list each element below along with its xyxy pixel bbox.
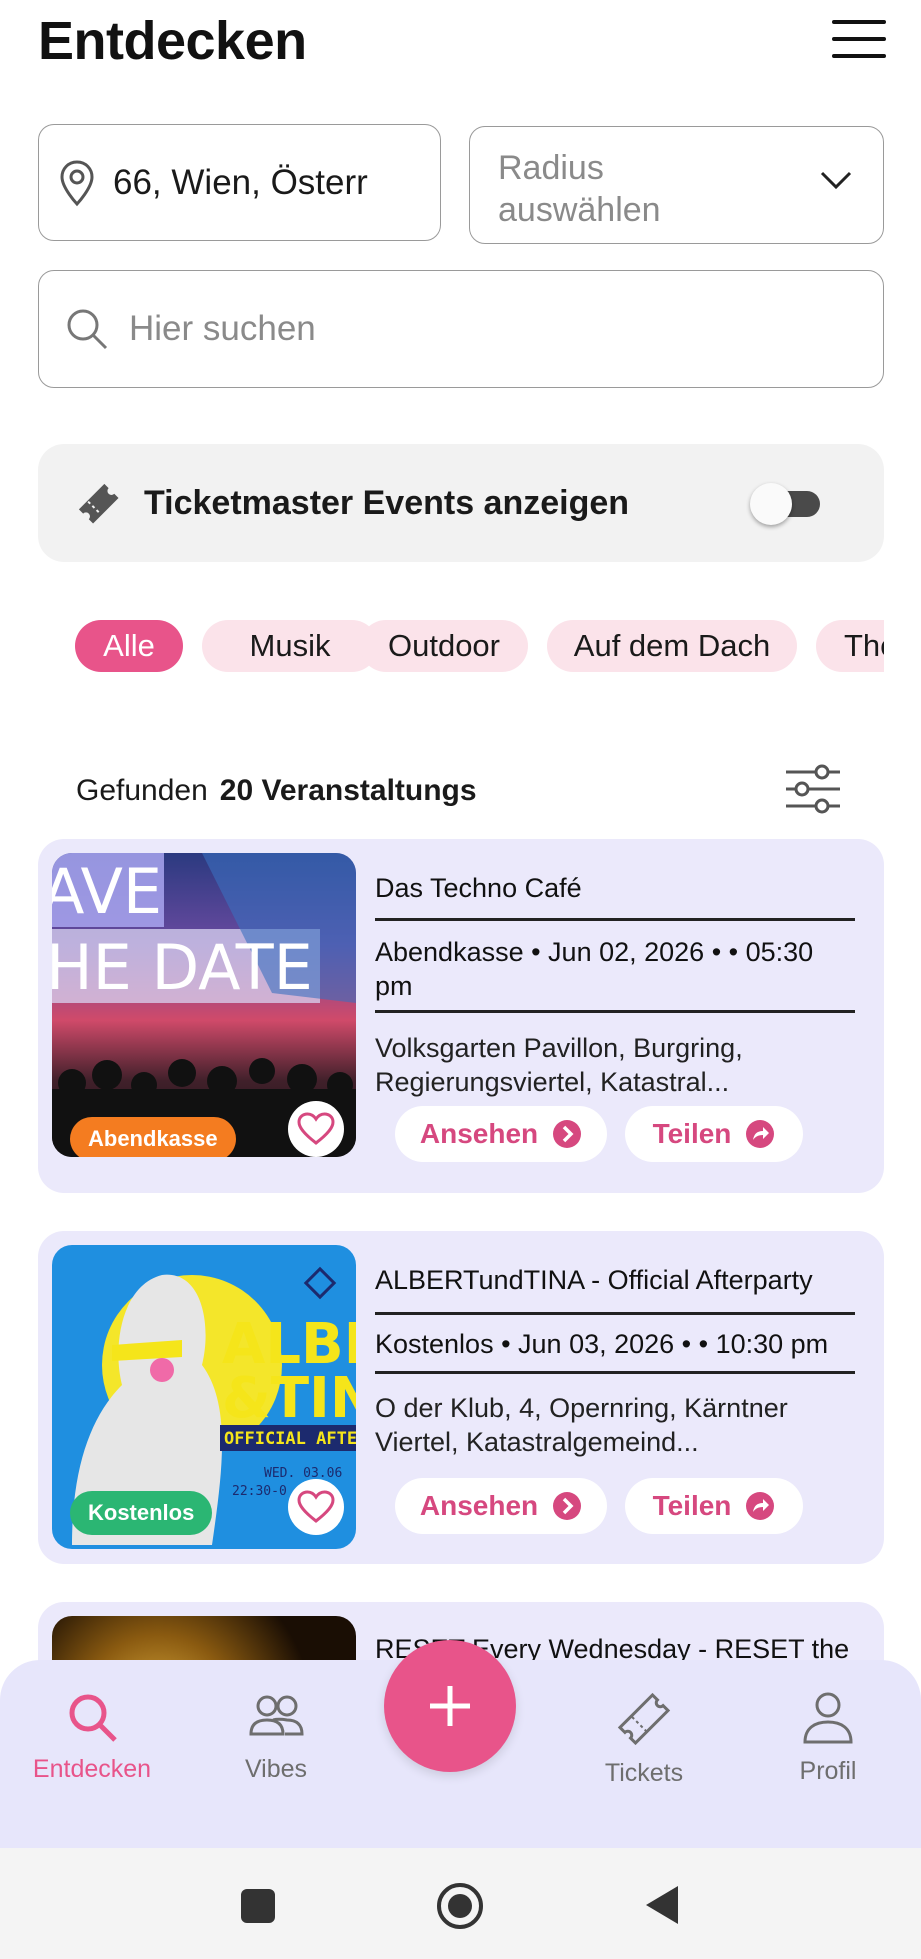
search-field[interactable] [38, 270, 884, 388]
ticket-icon [78, 483, 119, 524]
share-button[interactable]: Teilen [625, 1478, 803, 1534]
chevron-down-icon [820, 171, 852, 190]
results-count-text: 20 Veranstaltungs [219, 774, 477, 807]
arrow-right-circle-icon [553, 1492, 582, 1520]
nav-label: Vibes [244, 1755, 308, 1783]
filter-sliders-icon[interactable] [784, 764, 842, 814]
radius-placeholder: Radius auswählen [498, 149, 661, 229]
nav-profil[interactable]: Profil [748, 1690, 908, 1786]
heart-icon [297, 1112, 335, 1145]
nav-tickets[interactable]: Tickets [564, 1690, 724, 1788]
favorite-button[interactable] [288, 1479, 344, 1535]
nav-label: Entdecken [32, 1755, 152, 1783]
page-title: Entdecken [38, 11, 307, 71]
results-count: Gefunden 20 Veranstaltungs [76, 774, 477, 808]
nav-label: Tickets [604, 1759, 684, 1787]
ticketmaster-switch[interactable] [750, 483, 820, 525]
nav-entdecken[interactable]: Entdecken [12, 1690, 172, 1784]
thumb-text-date: HE DATE [52, 931, 313, 1004]
share-arrow-icon [746, 1492, 775, 1520]
event-address: Volksgarten Pavillon, Burgring, Regierun… [375, 1033, 743, 1097]
price-badge: Abendkasse [70, 1117, 236, 1157]
nav-vibes[interactable]: Vibes [196, 1690, 356, 1784]
thumb-text-wed: WED. 03.06 [264, 1466, 342, 1481]
results-prefix: Gefunden [76, 774, 208, 807]
location-value: 66, Wien, Österr [113, 162, 368, 202]
plus-icon [430, 1686, 470, 1726]
thumb-text-official: OFFICIAL AFTE [224, 1429, 356, 1449]
thumb-text-time: 22:30-0 [232, 1484, 287, 1499]
location-pin-icon [60, 159, 94, 206]
view-button[interactable]: Ansehen [395, 1106, 607, 1162]
chip-alle[interactable]: Alle [75, 620, 183, 672]
home-icon[interactable] [436, 1882, 484, 1930]
event-image: ALBE &TIN OFFICIAL AFTE WED. 03.06 22:30… [52, 1245, 356, 1549]
chip-auf-dem-dach[interactable]: Auf dem Dach [547, 620, 797, 672]
event-title: ALBERTundTINA - Official Afterparty [375, 1265, 813, 1295]
share-label: Teilen [652, 1490, 732, 1521]
event-address: O der Klub, 4, Opernring, Kärntner Viert… [375, 1393, 788, 1457]
event-meta: Kostenlos • Jun 03, 2026 • • 10:30 pm [375, 1329, 829, 1359]
search-icon [67, 309, 108, 350]
thumb-text-save: AVE [52, 855, 162, 928]
event-meta: Abendkasse • Jun 02, 2026 • • 05:30 pm [375, 937, 814, 1001]
people-icon [249, 1695, 304, 1736]
share-arrow-icon [746, 1120, 775, 1148]
favorite-button[interactable] [288, 1101, 344, 1157]
recent-apps-icon[interactable] [240, 1888, 276, 1924]
arrow-right-circle-icon [553, 1120, 582, 1148]
view-button[interactable]: Ansehen [395, 1478, 607, 1534]
category-chips: Alle Musik Outdoor Auf dem Dach The [38, 620, 884, 672]
ticketmaster-label: Ticketmaster Events anzeigen [144, 483, 630, 522]
search-input[interactable] [129, 309, 829, 349]
nav-label: Profil [799, 1757, 857, 1785]
price-badge: Kostenlos [70, 1491, 213, 1535]
header: Entdecken [38, 10, 888, 80]
search-icon [69, 1694, 117, 1742]
hamburger-menu-button[interactable] [832, 20, 888, 60]
event-card[interactable]: AVE HE DATE Abendkasse Das Techno Café A… [38, 839, 884, 1193]
ticket-icon [617, 1692, 671, 1746]
event-image: AVE HE DATE Abendkasse [52, 853, 356, 1157]
chip-outdoor[interactable]: Outdoor [360, 620, 528, 672]
share-button[interactable]: Teilen [625, 1106, 803, 1162]
location-input[interactable]: 66, Wien, Österr [38, 124, 441, 241]
radius-select[interactable]: Radius auswählen [469, 126, 884, 244]
add-event-button[interactable] [384, 1640, 516, 1772]
chip-the[interactable]: The [816, 620, 884, 672]
chip-musik[interactable]: Musik [202, 620, 378, 672]
heart-icon [297, 1490, 335, 1523]
ticketmaster-toggle-row: Ticketmaster Events anzeigen [38, 444, 884, 562]
back-icon[interactable] [644, 1884, 680, 1926]
system-navigation-bar [0, 1848, 921, 1959]
share-label: Teilen [652, 1118, 732, 1149]
event-card[interactable]: ALBE &TIN OFFICIAL AFTE WED. 03.06 22:30… [38, 1231, 884, 1564]
view-label: Ansehen [419, 1490, 539, 1521]
thumb-text-tina: &TIN [222, 1366, 356, 1431]
event-title: Das Techno Café [375, 873, 582, 903]
person-icon [803, 1692, 853, 1744]
view-label: Ansehen [419, 1118, 539, 1149]
